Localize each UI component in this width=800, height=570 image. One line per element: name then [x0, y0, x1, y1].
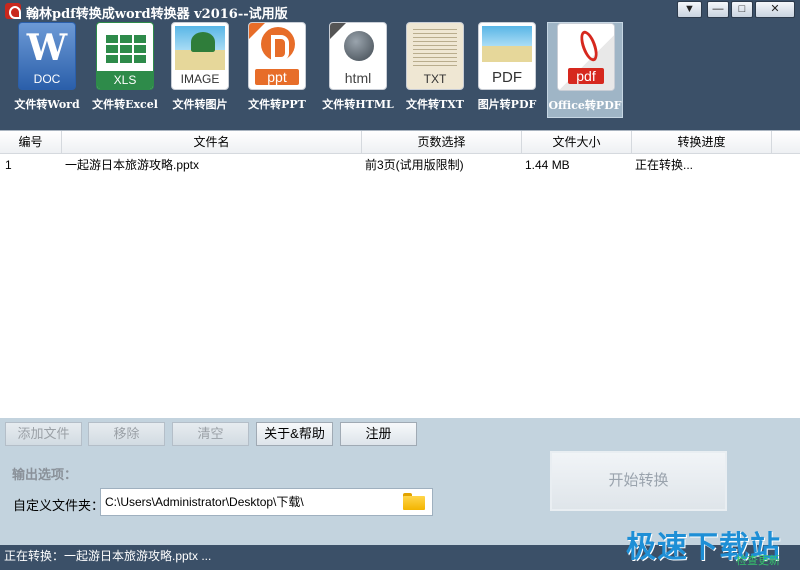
remove-button[interactable]: 移除: [88, 422, 165, 446]
pdf-icon-label: PDF: [492, 69, 522, 86]
word-icon-label: DOC: [33, 72, 61, 86]
output-options-title: 输出选项：: [12, 467, 78, 482]
txt-lines-graphic: [413, 29, 457, 69]
add-file-button[interactable]: 添加文件: [5, 422, 82, 446]
tool-file-to-txt[interactable]: TXT 文件转TXT: [397, 22, 473, 118]
clear-button[interactable]: 清空: [172, 422, 249, 446]
tool-file-to-word[interactable]: W DOC 文件转Word: [9, 22, 85, 118]
image-icon-label: IMAGE: [180, 72, 220, 86]
column-header-index[interactable]: 编号: [0, 131, 62, 154]
tool-label-html: 文件转HTML: [322, 98, 394, 111]
title-bar: 翰林pdf转换成word转换器 v2016--试用版 ▼ — □ ✕: [0, 0, 800, 22]
tool-file-to-image[interactable]: IMAGE 文件转图片: [162, 22, 238, 118]
txt-icon: TXT: [406, 22, 464, 90]
minimize-button[interactable]: —: [707, 1, 729, 18]
image-icon: IMAGE: [171, 22, 229, 90]
tool-label-image-pdf: 图片转PDF: [477, 98, 537, 111]
column-header-progress[interactable]: 转换进度: [632, 131, 772, 154]
start-convert-button[interactable]: 开始转换: [550, 451, 727, 511]
about-help-button[interactable]: 关于&帮助: [256, 422, 333, 446]
folder-icon[interactable]: [403, 493, 425, 510]
tool-file-to-ppt[interactable]: ppt 文件转PPT: [239, 22, 315, 118]
tool-label-ppt: 文件转PPT: [248, 98, 306, 111]
txt-icon-label: TXT: [423, 72, 447, 86]
cell-pages: 前3页(试用版限制): [365, 158, 464, 172]
column-header-filename[interactable]: 文件名: [62, 131, 362, 154]
tool-label-office-pdf: Office转PDF: [548, 99, 622, 112]
column-header-size[interactable]: 文件大小: [522, 131, 632, 154]
image-scene-graphic: [175, 26, 225, 70]
pdf-scene-graphic: [482, 26, 532, 62]
cell-size: 1.44 MB: [525, 158, 570, 172]
maximize-icon: □: [738, 3, 746, 15]
office-pdf-icon-label: pdf: [568, 68, 604, 84]
cell-filename: 一起游日本旅游攻略.pptx: [65, 158, 200, 172]
column-header-pages[interactable]: 页数选择: [362, 131, 522, 154]
excel-icon-label: XLS: [97, 71, 153, 89]
minimize-icon: —: [712, 3, 724, 15]
acrobat-icon: [572, 30, 602, 60]
ppt-icon-label: ppt: [255, 69, 299, 85]
tool-file-to-excel[interactable]: XLS 文件转Excel: [87, 22, 163, 118]
tool-file-to-html[interactable]: html 文件转HTML: [320, 22, 396, 118]
file-list-table: 编号 文件名 页数选择 文件大小 转换进度 1 一起游日本旅游攻略.pptx 前…: [0, 130, 800, 418]
tool-label-image: 文件转图片: [172, 98, 228, 111]
tool-office-to-pdf[interactable]: pdf Office转PDF: [547, 22, 623, 118]
conversion-toolbar: W DOC 文件转Word XLS 文件转Excel IMAGE 文件转图片 p…: [0, 22, 800, 120]
pdf-icon: PDF: [478, 22, 536, 90]
cell-index: 1: [5, 158, 12, 172]
ppt-icon: ppt: [248, 22, 306, 90]
html-corner-graphic: [330, 23, 346, 39]
word-doc-icon: W DOC: [18, 22, 76, 90]
register-button[interactable]: 注册: [340, 422, 417, 446]
excel-grid-graphic: [106, 33, 146, 63]
app-logo-icon: [5, 3, 21, 19]
close-button[interactable]: ✕: [755, 1, 795, 18]
output-folder-field[interactable]: C:\Users\Administrator\Desktop\下载\: [100, 488, 433, 516]
status-text: 正在转换：一起游日本旅游攻略.pptx ...: [4, 549, 212, 563]
html-icon: html: [329, 22, 387, 90]
globe-icon: [344, 31, 374, 61]
ppt-circle-graphic: [261, 27, 295, 61]
tool-image-to-pdf[interactable]: PDF 图片转PDF: [469, 22, 545, 118]
check-update-link[interactable]: 检查更新: [736, 552, 780, 568]
office-pdf-icon: pdf: [557, 23, 615, 91]
word-letter: W: [26, 27, 68, 69]
excel-xls-icon: XLS: [96, 22, 154, 90]
table-row[interactable]: 1 一起游日本旅游攻略.pptx 前3页(试用版限制) 1.44 MB 正在转换…: [0, 155, 800, 175]
html-icon-label: html: [344, 70, 372, 86]
tool-label-word: 文件转Word: [14, 98, 80, 111]
custom-folder-label: 自定义文件夹：: [13, 498, 105, 513]
close-icon: ✕: [770, 3, 780, 15]
dropdown-menu-button[interactable]: ▼: [677, 1, 702, 18]
window-title: 翰林pdf转换成word转换器 v2016--试用版: [26, 7, 288, 22]
chevron-down-icon: ▼: [684, 3, 695, 15]
table-header: 编号 文件名 页数选择 文件大小 转换进度: [0, 131, 800, 154]
cell-progress: 正在转换...: [635, 158, 694, 172]
maximize-button[interactable]: □: [731, 1, 753, 18]
